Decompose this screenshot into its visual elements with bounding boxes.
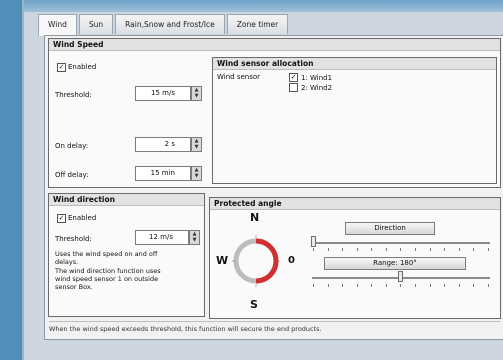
direction-threshold-value: 12 m/s [149, 233, 173, 241]
off-delay-stepper[interactable]: ▲ ▼ [191, 166, 202, 181]
compass-west-label: W [216, 254, 229, 267]
off-delay-input[interactable]: 15 min ▲ ▼ [135, 166, 202, 181]
wind-speed-enabled-checkbox[interactable]: ✓ [57, 63, 66, 72]
title-band [24, 0, 503, 12]
threshold-label: Threshold: [55, 91, 92, 99]
sensor-2-checkbox[interactable] [289, 83, 298, 92]
range-ticks [313, 284, 489, 287]
wind-panel: Wind Speed ✓ Enabled Threshold: 15 m/s ▲… [44, 35, 503, 340]
tab-rain-snow-frost[interactable]: Rain,Snow and Frost/Ice [115, 14, 225, 34]
range-button[interactable]: Range: 180° [324, 257, 466, 270]
range-slider-thumb[interactable] [398, 271, 403, 282]
direction-ticks [313, 248, 489, 251]
tab-sun[interactable]: Sun [78, 14, 114, 34]
tab-zone-timer[interactable]: Zone timer [226, 14, 289, 34]
direction-threshold-label: Threshold: [55, 235, 92, 243]
wind-sensor-label: Wind sensor [217, 73, 261, 81]
on-delay-input[interactable]: 2 s ▲ ▼ [135, 137, 202, 152]
tab-strip: Wind Sun Rain,Snow and Frost/Ice Zone ti… [38, 14, 290, 36]
direction-slider-thumb[interactable] [311, 236, 316, 247]
wind-direction-group: Wind direction ✓ Enabled Threshold: 12 m… [48, 193, 205, 317]
threshold-stepper[interactable]: ▲ ▼ [191, 86, 202, 101]
wind-direction-enabled-label: Enabled [68, 214, 97, 222]
protected-angle-title: Protected angle [210, 198, 500, 210]
sensor-2-label: 2: Wind2 [301, 84, 333, 92]
sensor-1-checkbox[interactable]: ✓ [289, 73, 298, 82]
wind-speed-title: Wind Speed [49, 39, 500, 51]
on-delay-value: 2 s [164, 140, 175, 148]
direction-note-1: Uses the wind speed on and off delays. [55, 250, 158, 266]
compass-south-label: S [250, 298, 258, 311]
wind-speed-enabled-label: Enabled [68, 63, 97, 71]
compass-dial-icon [232, 235, 280, 287]
wind-direction-title: Wind direction [49, 194, 204, 206]
wind-direction-enabled-checkbox[interactable]: ✓ [57, 214, 66, 223]
off-delay-value: 15 min [150, 169, 175, 177]
status-text: When the wind speed exceeds threshold, t… [49, 321, 500, 336]
protected-angle-group: Protected angle N S W 0 Direction Range:… [209, 197, 501, 319]
sensor-allocation-group: Wind sensor allocation Wind sensor ✓ 1: … [212, 57, 497, 184]
compass-east-label: 0 [288, 255, 295, 266]
direction-threshold-stepper[interactable]: ▲ ▼ [189, 230, 200, 245]
tab-wind[interactable]: Wind [38, 14, 77, 36]
threshold-input[interactable]: 15 m/s ▲ ▼ [135, 86, 202, 101]
direction-button[interactable]: Direction [345, 222, 435, 235]
threshold-value: 15 m/s [151, 89, 175, 97]
direction-threshold-input[interactable]: 12 m/s ▲ ▼ [135, 230, 200, 245]
direction-note-2: The wind direction function uses wind sp… [55, 267, 161, 291]
direction-slider-track[interactable] [312, 242, 490, 244]
on-delay-label: On delay: [55, 142, 89, 150]
sensor-1-label: 1: Wind1 [301, 74, 333, 82]
compass-north-label: N [250, 211, 260, 224]
sensor-allocation-title: Wind sensor allocation [213, 58, 496, 70]
app-window: Wind Sun Rain,Snow and Frost/Ice Zone ti… [22, 0, 503, 360]
on-delay-stepper[interactable]: ▲ ▼ [191, 137, 202, 152]
wind-speed-group: Wind Speed ✓ Enabled Threshold: 15 m/s ▲… [48, 38, 501, 188]
off-delay-label: Off delay: [55, 171, 89, 179]
